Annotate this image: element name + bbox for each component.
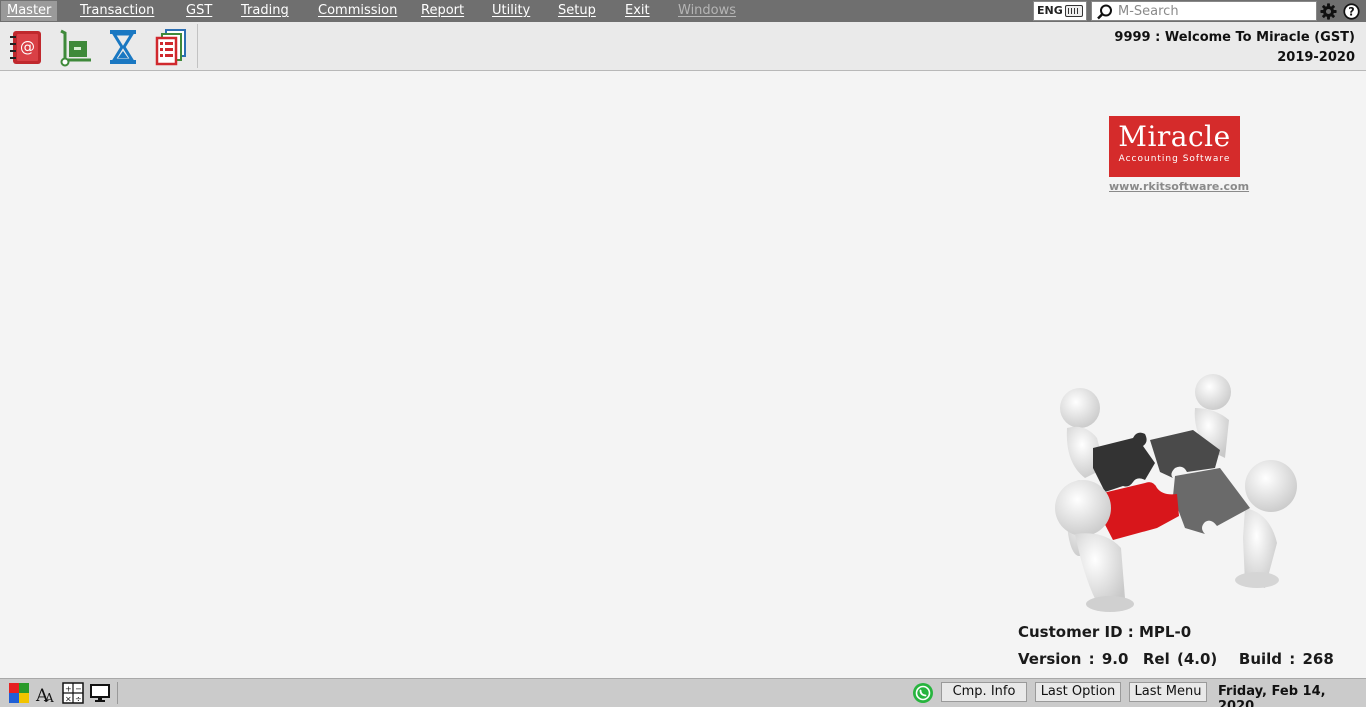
logo-tagline: Accounting Software <box>1118 154 1231 164</box>
website-link[interactable]: www.rkitsoftware.com <box>1109 180 1249 193</box>
menu-master[interactable]: Master <box>1 1 58 21</box>
last-option-button[interactable]: Last Option <box>1035 682 1121 702</box>
cmp-info-button[interactable]: Cmp. Info <box>941 682 1027 702</box>
last-menu-button[interactable]: Last Menu <box>1129 682 1207 702</box>
menu-gst[interactable]: GST <box>180 1 218 21</box>
menu-windows[interactable]: Windows <box>672 1 742 21</box>
menu-report[interactable]: Report <box>415 1 470 21</box>
document-stack-button[interactable] <box>151 26 191 68</box>
financial-year: 2019-2020 <box>1277 50 1355 65</box>
address-book-button[interactable]: @ <box>6 26 46 68</box>
settings-icon[interactable] <box>1320 3 1337 20</box>
search-icon[interactable] <box>1096 4 1114 20</box>
menu-utility[interactable]: Utility <box>486 1 536 21</box>
hand-truck-button[interactable] <box>55 26 95 68</box>
svg-text:÷: ÷ <box>75 695 82 704</box>
welcome-text: 9999 : Welcome To Miracle (GST) <box>1114 30 1355 45</box>
hourglass-button[interactable] <box>103 26 143 68</box>
whatsapp-icon[interactable] <box>912 682 934 704</box>
customer-id: Customer ID : MPL-0 <box>1018 623 1192 641</box>
language-label: ENG <box>1037 4 1063 17</box>
help-icon[interactable]: ? <box>1343 3 1360 20</box>
current-date: Friday, Feb 14, 2020 <box>1218 684 1326 707</box>
hand-truck-icon <box>60 29 91 67</box>
menu-bar: Master Transaction GST Trading Commissio… <box>0 0 1366 22</box>
svg-text:A: A <box>44 691 54 704</box>
svg-text:@: @ <box>20 38 35 56</box>
menu-trading[interactable]: Trading <box>235 1 295 21</box>
monitor-icon[interactable] <box>89 682 111 704</box>
svg-text:×: × <box>65 695 72 704</box>
color-palette-icon[interactable] <box>8 682 30 704</box>
keyboard-icon <box>1065 5 1083 17</box>
svg-text:−: − <box>75 685 82 694</box>
font-icon[interactable]: A A <box>35 682 57 704</box>
statusbar-separator <box>117 682 118 704</box>
menu-transaction[interactable]: Transaction <box>74 1 160 21</box>
search-box[interactable] <box>1091 1 1317 21</box>
language-indicator[interactable]: ENG <box>1033 1 1087 21</box>
welcome-header: 9999 : Welcome To Miracle (GST) 2019-202… <box>1114 28 1355 68</box>
miracle-logo: Miracle Accounting Software <box>1109 116 1240 177</box>
status-bar: A A + − × ÷ Cmp. Info Last Option Last M… <box>0 678 1366 707</box>
teamwork-puzzle-illustration <box>1055 374 1297 612</box>
version-info: Version : 9.0 Rel (4.0) Build : 268 <box>1018 650 1334 668</box>
menu-setup[interactable]: Setup <box>552 1 602 21</box>
hourglass-icon <box>110 30 136 64</box>
toolbar: @ 9999 : Welcome To Miracle (GST) 2019-2… <box>0 22 1366 71</box>
menu-commission[interactable]: Commission <box>312 1 403 21</box>
svg-text:+: + <box>65 685 72 694</box>
calculator-icon[interactable]: + − × ÷ <box>62 682 84 704</box>
menu-exit[interactable]: Exit <box>619 1 656 21</box>
document-stack-icon <box>155 29 186 66</box>
address-book-icon: @ <box>10 31 41 64</box>
search-input[interactable] <box>1118 3 1312 19</box>
logo-name: Miracle <box>1118 120 1231 153</box>
toolbar-separator <box>197 24 198 68</box>
svg-text:?: ? <box>1348 5 1354 18</box>
